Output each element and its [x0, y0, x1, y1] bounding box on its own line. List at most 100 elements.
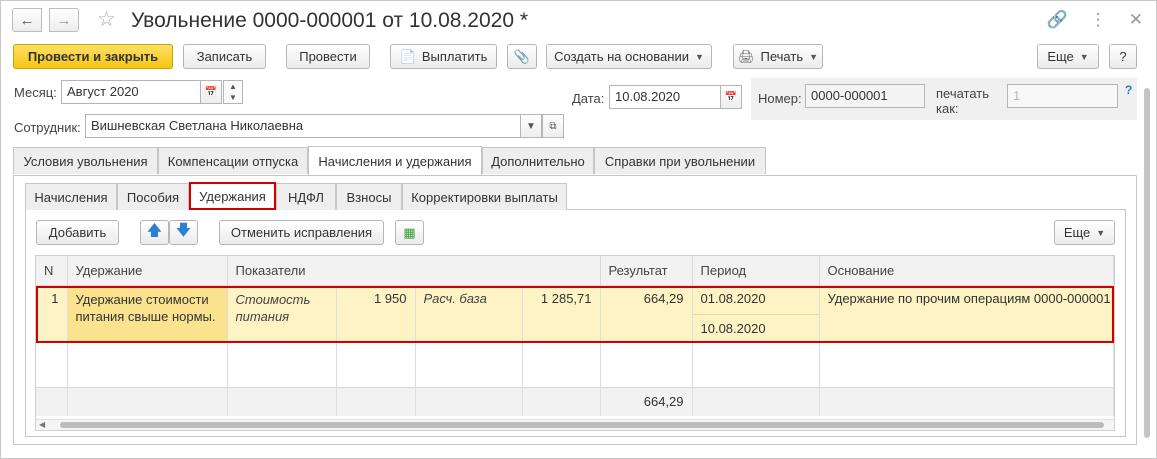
print-as-label: печатать как: — [936, 86, 990, 116]
month-field[interactable]: Август 2020 — [61, 80, 201, 104]
more-icon[interactable]: ⋮ — [1090, 10, 1107, 30]
arrow-up-icon: 🡅 — [146, 222, 163, 239]
table-add-icon: ▦ — [403, 224, 416, 240]
date-calendar-button[interactable]: 📅 — [720, 85, 742, 109]
calendar-button[interactable]: 📅 — [200, 80, 222, 104]
subtab-accruals[interactable]: Начисления — [25, 183, 117, 210]
printer-icon: 🖨 — [737, 48, 755, 64]
caret-down-icon: ▼ — [809, 51, 819, 62]
number-label: Номер: — [758, 91, 802, 106]
month-stepper[interactable]: ▲ ▼ — [223, 80, 243, 104]
cell-basis[interactable]: Удержание по прочим операциям 0000-00000… — [819, 285, 1114, 343]
cancel-corrections-button[interactable]: Отменить исправления — [219, 220, 384, 245]
caret-down-icon: ▼ — [1096, 227, 1106, 238]
save-label: Записать — [196, 49, 253, 64]
print-button[interactable]: 🖨 Печать ▼ — [733, 44, 823, 69]
subtab-ndfl[interactable]: НДФЛ — [276, 183, 336, 210]
help-mark[interactable]: ? — [1125, 83, 1132, 97]
horizontal-scrollbar[interactable]: ◀ — [36, 419, 1114, 430]
cancel-corrections-label: Отменить исправления — [230, 225, 373, 240]
post-button[interactable]: Провести — [286, 44, 370, 69]
post-and-close-button[interactable]: Провести и закрыть — [13, 44, 173, 69]
subtab-benefits[interactable]: Пособия — [117, 183, 189, 210]
header-basis[interactable]: Основание — [819, 256, 1114, 286]
print-label: Печать — [760, 49, 804, 64]
document-icon: 📄 — [399, 48, 416, 64]
tab-dismissal-conditions[interactable]: Условия увольнения — [13, 147, 158, 174]
month-label: Месяц: — [14, 85, 57, 100]
subtab-contributions[interactable]: Взносы — [336, 183, 402, 210]
page-title: Увольнение 0000-000001 от 10.08.2020 * — [131, 9, 529, 32]
scrollbar-thumb[interactable] — [60, 422, 1104, 428]
cell-n: 1 — [36, 285, 68, 343]
table-more-label: Еще — [1063, 225, 1091, 240]
move-down-button[interactable]: 🡇 — [169, 220, 198, 245]
post-and-close-label: Провести и закрыть — [27, 49, 159, 64]
header-indicators[interactable]: Показатели — [227, 256, 601, 286]
down-icon: ▼ — [229, 93, 237, 102]
date-label: Дата: — [572, 91, 605, 106]
table-add-button[interactable]: ▦ — [395, 220, 424, 245]
tab-additional[interactable]: Дополнительно — [482, 147, 594, 174]
more-label: Еще — [1047, 49, 1074, 64]
pay-label: Выплатить — [421, 49, 488, 64]
close-icon[interactable]: ✕ — [1129, 10, 1143, 30]
cell-indicator1-value[interactable]: 1 950 — [336, 285, 416, 343]
deductions-table[interactable]: N Удержание Показатели Результат Период … — [35, 255, 1115, 431]
help-label: ? — [1119, 49, 1127, 64]
save-button[interactable]: Записать — [183, 44, 266, 69]
create-based-label: Создать на основании — [554, 49, 689, 64]
employee-field[interactable]: Вишневская Светлана Николаевна — [85, 114, 521, 138]
cell-indicator2-value[interactable]: 1 285,71 — [522, 285, 601, 343]
scroll-left-icon[interactable]: ◀ — [39, 420, 45, 429]
table-row[interactable]: 1 Удержание стоимости питания свыше норм… — [36, 285, 1114, 343]
header-result[interactable]: Результат — [600, 256, 693, 286]
paperclip-icon: 📎 — [513, 48, 531, 64]
number-field[interactable]: 0000-000001 — [805, 84, 925, 108]
calendar-icon: 📅 — [204, 86, 218, 98]
cell-indicator1-name[interactable]: Стоимость питания — [227, 285, 337, 343]
cell-indicator2-name[interactable]: Расч. база — [415, 285, 523, 343]
table-more-button[interactable]: Еще ▼ — [1054, 220, 1115, 245]
tab-dismissal-certificates[interactable]: Справки при увольнении — [594, 147, 766, 174]
cell-period[interactable]: 01.08.2020 10.08.2020 — [692, 285, 820, 343]
create-based-on-button[interactable]: Создать на основании ▼ — [546, 44, 712, 69]
tab-vacation-compensation[interactable]: Компенсации отпуска — [158, 147, 308, 174]
subtab-deductions[interactable]: Удержания — [189, 182, 276, 210]
tab-accruals-deductions[interactable]: Начисления и удержания — [308, 146, 482, 175]
date-field[interactable]: 10.08.2020 — [609, 85, 721, 109]
deductions-grid: N Удержание Показатели Результат Период … — [36, 256, 1114, 416]
link-icon[interactable]: 🔗 — [1047, 10, 1068, 30]
back-button[interactable]: ← — [12, 8, 42, 32]
cell-deduction[interactable]: Удержание стоимости питания свыше нормы. — [67, 285, 228, 343]
header-n[interactable]: N — [36, 256, 68, 286]
up-icon: ▲ — [229, 82, 237, 91]
caret-down-icon: ▼ — [526, 120, 536, 132]
arrow-right-icon: → — [56, 11, 72, 29]
subtab-payment-corrections[interactable]: Корректировки выплаты — [402, 183, 567, 210]
more-button[interactable]: Еще ▼ — [1037, 44, 1099, 69]
cell-result[interactable]: 664,29 — [600, 285, 693, 343]
employee-dropdown-button[interactable]: ▼ — [520, 114, 542, 138]
add-button[interactable]: Добавить — [36, 220, 119, 245]
attach-button[interactable]: 📎 — [507, 44, 537, 69]
header-deduction[interactable]: Удержание — [67, 256, 228, 286]
total-result: 664,29 — [600, 387, 693, 416]
employee-open-button[interactable]: ⧉ — [542, 114, 564, 138]
period-start[interactable]: 01.08.2020 — [692, 286, 819, 315]
move-up-button[interactable]: 🡅 — [140, 220, 169, 245]
period-end[interactable]: 10.08.2020 — [693, 315, 819, 343]
add-label: Добавить — [48, 225, 107, 240]
pay-button[interactable]: 📄 Выплатить — [390, 44, 497, 69]
star-icon[interactable]: ☆ — [97, 7, 116, 32]
vertical-scrollbar-thumb[interactable] — [1144, 88, 1150, 438]
arrow-down-icon: 🡇 — [175, 222, 192, 239]
forward-button[interactable]: → — [49, 8, 79, 32]
vertical-scrollbar[interactable] — [1141, 80, 1153, 445]
help-button[interactable]: ? — [1109, 44, 1137, 69]
caret-down-icon: ▼ — [1079, 51, 1089, 62]
employee-label: Сотрудник: — [14, 120, 81, 135]
post-label: Провести — [299, 49, 357, 64]
print-as-field[interactable]: 1 — [1007, 84, 1118, 108]
header-period[interactable]: Период — [692, 256, 820, 286]
